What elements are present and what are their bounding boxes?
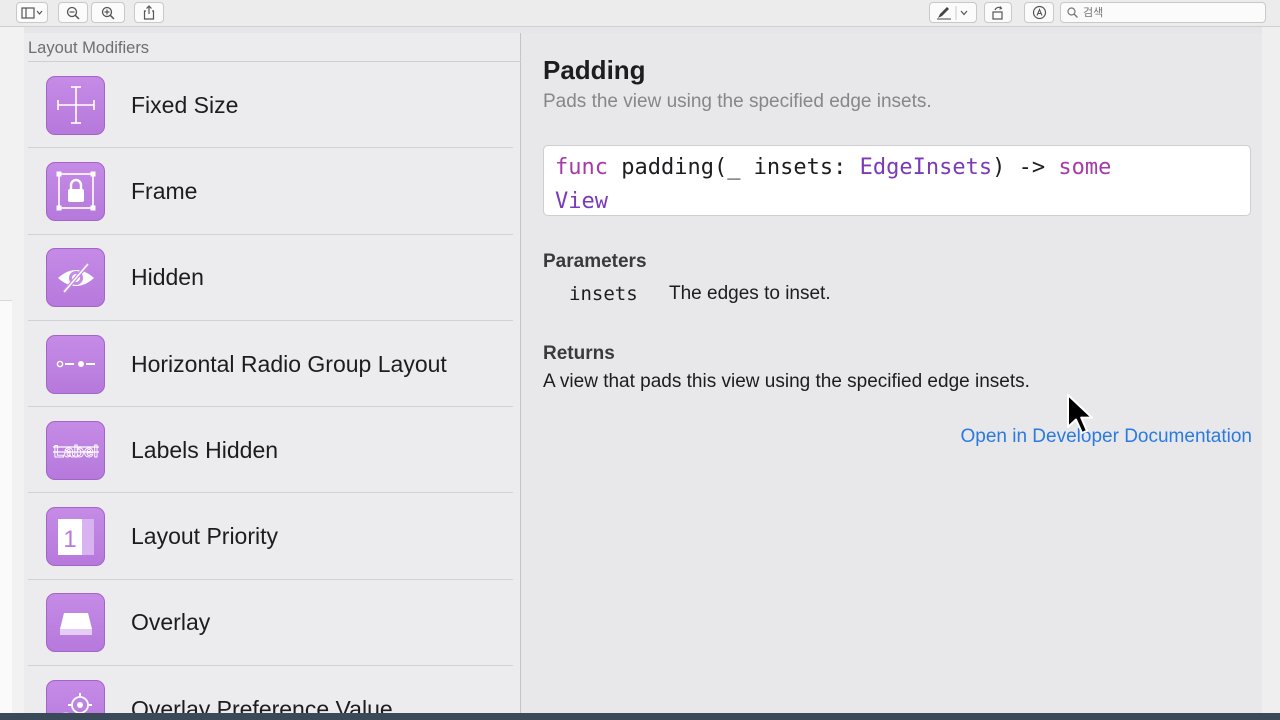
developer-documentation-link[interactable]: Open in Developer Documentation — [960, 426, 1252, 448]
returns-description: A view that pads this view using the spe… — [543, 371, 1030, 392]
code-arrow: ) -> — [992, 155, 1059, 180]
rotate-button[interactable] — [984, 2, 1012, 23]
layout-priority-icon: 1 — [46, 507, 105, 567]
annotate-icon — [1032, 5, 1046, 20]
detail-title: Padding — [543, 55, 646, 85]
list-item-label: Layout Priority — [131, 523, 279, 550]
code-type-param: EdgeInsets — [859, 155, 993, 180]
code-return-type: View — [555, 189, 608, 214]
detail-pane: Padding Pads the view using the specifie… — [523, 33, 1262, 713]
list-item-label: Overlay — [131, 609, 211, 636]
parameter-description: The edges to inset. — [669, 283, 831, 304]
list-item-labels-hidden[interactable]: Label Labels Hidden — [24, 407, 521, 494]
list-item-label: Labels Hidden — [131, 436, 279, 463]
zoom-out-icon — [66, 6, 80, 20]
annotate-button[interactable] — [1024, 2, 1054, 23]
list-item-overlay-preference-value[interactable]: Overlay Preference Value — [24, 666, 521, 713]
list-item-frame[interactable]: Frame — [24, 148, 521, 235]
list-item-hidden[interactable]: Hidden — [24, 235, 521, 322]
share-icon — [143, 5, 155, 20]
radio-group-icon — [46, 334, 105, 394]
list-item-label: Frame — [131, 177, 198, 204]
code-keyword-func: func — [555, 155, 608, 180]
search-icon — [1067, 7, 1078, 18]
library-panel: Layout Modifiers Fixed Size Frame Hidden… — [24, 33, 1262, 713]
zoom-in-button[interactable] — [91, 2, 125, 23]
markup-button[interactable] — [929, 2, 977, 23]
search-input[interactable] — [1083, 6, 1253, 19]
background-window-right — [1262, 27, 1280, 720]
share-button[interactable] — [134, 2, 164, 23]
code-function-name: padding(_ insets: — [607, 155, 860, 180]
dock-strip — [0, 713, 1280, 720]
rotate-icon — [992, 5, 1003, 20]
sidebar-toggle-button[interactable] — [16, 2, 48, 23]
signature-code-box[interactable]: func padding(_ insets: EdgeInsets) -> so… — [543, 145, 1251, 216]
modifier-list[interactable]: Layout Modifiers Fixed Size Frame Hidden… — [24, 33, 521, 713]
list-item-layout-priority[interactable]: 1 Layout Priority — [24, 493, 521, 581]
mouse-cursor-icon — [1067, 394, 1093, 434]
frame-icon — [46, 161, 105, 221]
parameters-heading: Parameters — [543, 251, 647, 272]
detail-subtitle: Pads the view using the specified edge i… — [543, 91, 932, 112]
fixed-size-icon — [46, 75, 105, 135]
list-item-label: Overlay Preference Value — [131, 695, 393, 713]
toolbar — [0, 0, 1280, 27]
markup-pen-icon — [937, 5, 968, 20]
list-item-label: Horizontal Radio Group Layout — [131, 350, 447, 377]
search-field[interactable] — [1060, 2, 1266, 23]
parameter-name: insets — [569, 283, 638, 305]
section-header: Layout Modifiers — [28, 39, 150, 57]
layout-priority-icon-text: 1 — [63, 526, 76, 553]
zoom-in-icon — [101, 6, 115, 20]
background-window-lower — [0, 300, 12, 720]
list-item-label: Fixed Size — [131, 91, 239, 118]
list-item-fixed-size[interactable]: Fixed Size — [24, 62, 521, 149]
zoom-out-button[interactable] — [58, 2, 88, 23]
code-keyword-some: some — [1058, 155, 1112, 180]
hidden-icon — [46, 248, 105, 308]
list-item-label: Hidden — [131, 264, 204, 291]
returns-heading: Returns — [543, 343, 615, 364]
overlay-preference-icon — [46, 679, 105, 713]
sidebar-toggle-icon — [21, 6, 43, 19]
overlay-icon — [46, 593, 105, 653]
list-item-overlay[interactable]: Overlay — [24, 580, 521, 667]
labels-hidden-icon: Label — [46, 420, 105, 480]
chevron-down-icon — [960, 10, 968, 15]
list-item-horizontal-radio-group[interactable]: Horizontal Radio Group Layout — [24, 321, 521, 408]
